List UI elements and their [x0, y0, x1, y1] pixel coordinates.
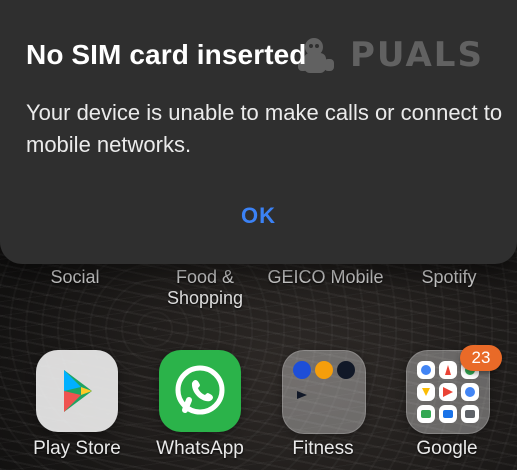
dialog-title: No SIM card inserted — [26, 39, 307, 70]
home-row-labels: Social Food & Shopping GEICO Mobile Spot… — [0, 264, 517, 324]
home-label-food-shopping[interactable]: Food & Shopping — [150, 267, 260, 309]
app-label-fitness[interactable]: Fitness — [268, 438, 378, 460]
whatsapp-icon[interactable] — [159, 350, 241, 432]
app-folder-fitness[interactable]: Fitness — [268, 346, 378, 470]
ok-button[interactable]: OK — [0, 196, 517, 236]
dialog-message: Your device is unable to make calls or c… — [26, 100, 503, 157]
home-label-geico-mobile[interactable]: GEICO Mobile — [258, 267, 393, 288]
app-folder-google[interactable]: 23 Google — [392, 345, 502, 470]
app-label-play-store[interactable]: Play Store — [22, 438, 132, 460]
home-label-social[interactable]: Social — [40, 267, 110, 288]
no-sim-dialog: No SIM card inserted PUALS Your device i… — [0, 0, 517, 264]
app-label-whatsapp[interactable]: WhatsApp — [145, 438, 255, 460]
folder-icon[interactable] — [282, 350, 366, 434]
app-play-store[interactable]: Play Store — [22, 346, 132, 470]
notification-badge: 23 — [460, 345, 502, 371]
watermark-text: PUALS — [350, 35, 484, 75]
app-label-google[interactable]: Google — [392, 438, 502, 460]
home-label-spotify[interactable]: Spotify — [406, 267, 492, 288]
watermark: PUALS — [292, 33, 492, 77]
app-whatsapp[interactable]: WhatsApp — [145, 346, 255, 470]
play-store-icon[interactable] — [36, 350, 118, 432]
home-dock: Play Store WhatsApp Fitness 23 Google — [0, 345, 517, 470]
